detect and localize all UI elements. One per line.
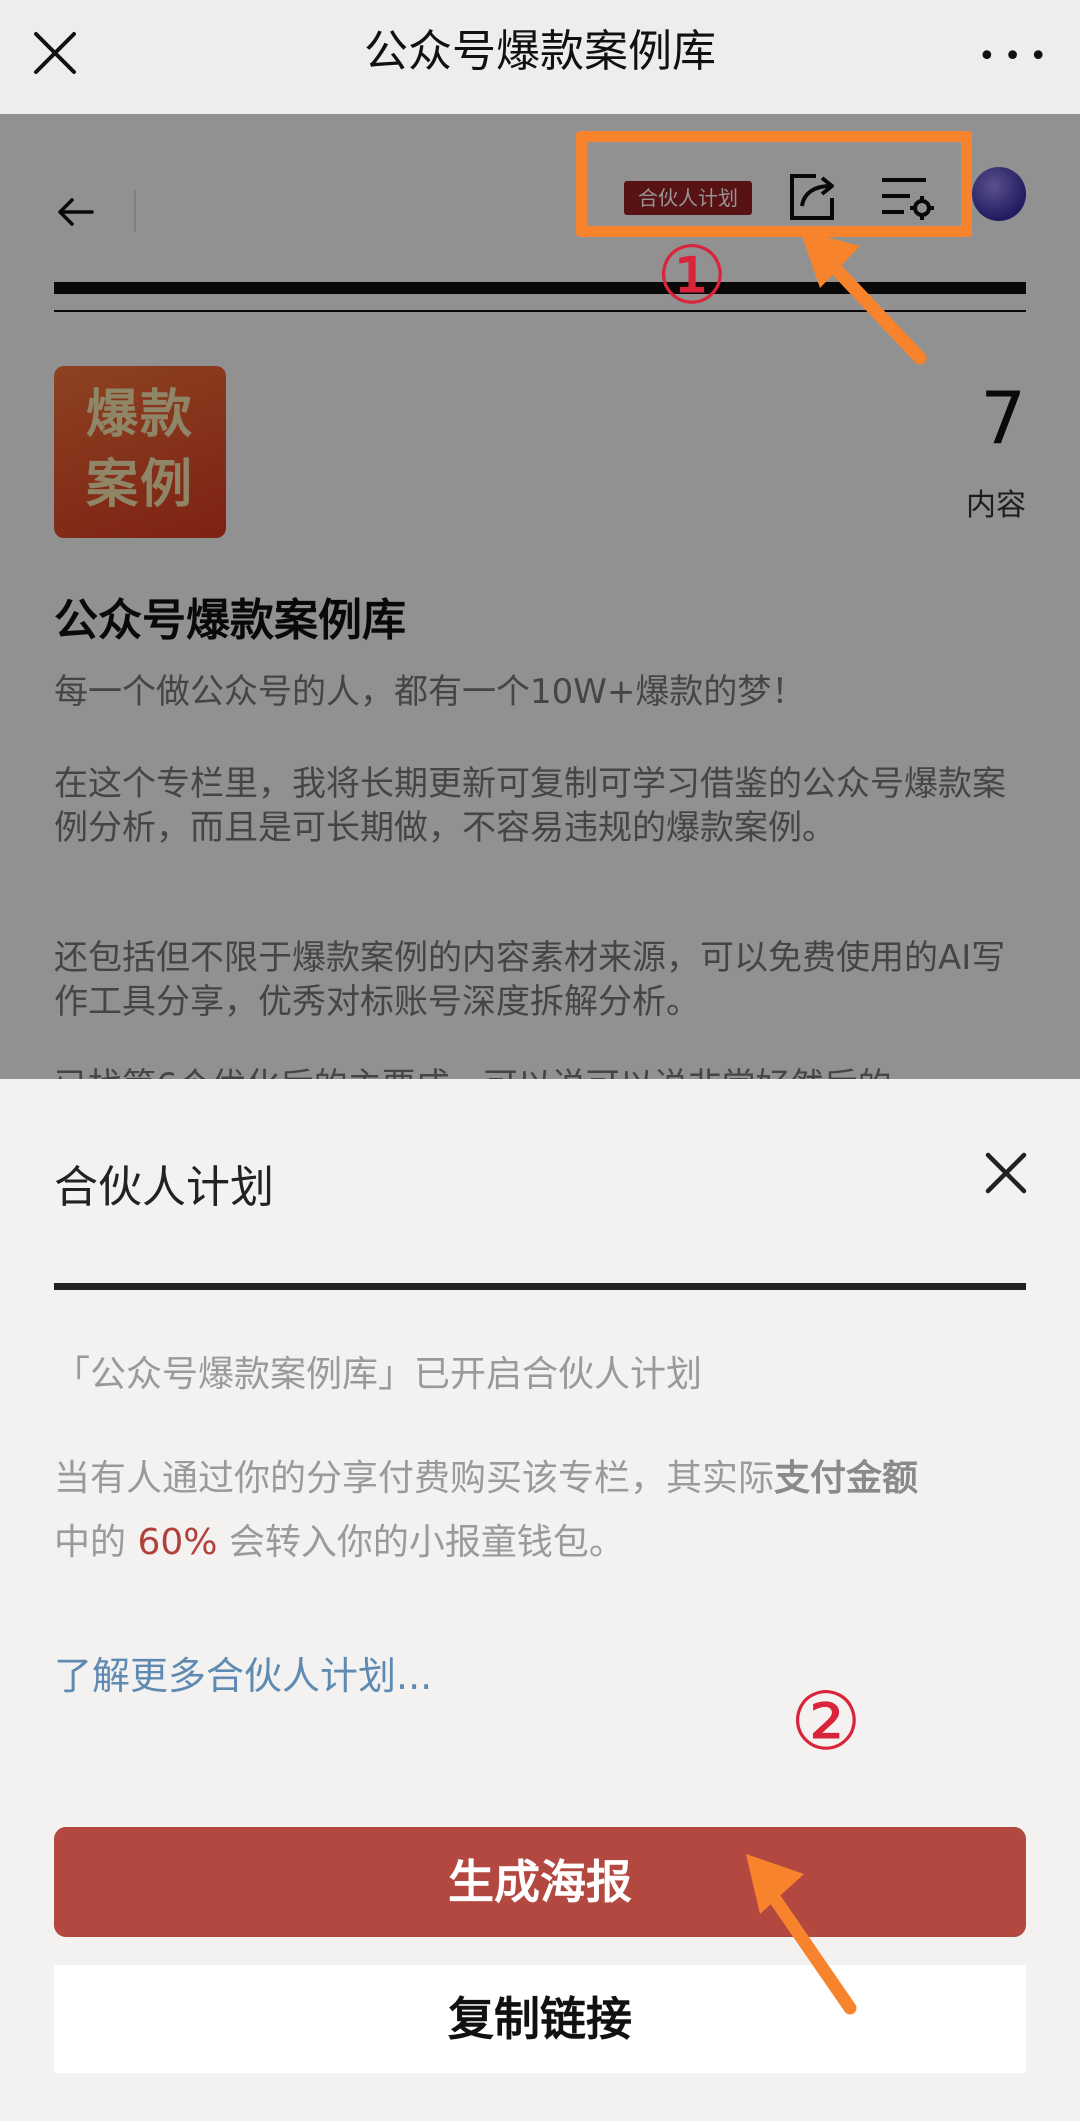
- commission-percent: 60%: [137, 1522, 218, 1563]
- explanation-prefix: 当有人通过你的分享付费购买该专栏，其实际: [54, 1458, 775, 1499]
- partner-plan-explanation: 当有人通过你的分享付费购买该专栏，其实际支付金额 中的 60% 会转入你的小报童…: [54, 1447, 1034, 1575]
- sheet-title: 合伙人计划: [54, 1162, 274, 1213]
- annotation-badge-1: ①: [656, 229, 728, 322]
- learn-more-link[interactable]: 了解更多合伙人计划...: [54, 1645, 432, 1700]
- annotation-arrow-2: [746, 1854, 857, 2015]
- copy-link-button[interactable]: 复制链接: [54, 1965, 1026, 2073]
- partner-plan-sheet: 合伙人计划 「公众号爆款案例库」已开启合伙人计划 当有人通过你的分享付费购买该专…: [0, 1079, 1080, 2121]
- explanation-bold: 支付金额: [774, 1458, 919, 1499]
- more-options-icon[interactable]: •••: [978, 42, 1055, 72]
- partner-plan-status: 「公众号爆款案例库」已开启合伙人计划: [54, 1354, 703, 1395]
- sheet-close-icon[interactable]: [984, 1151, 1028, 1195]
- annotation-arrow-1: [800, 230, 927, 365]
- explanation-suffix: 会转入你的小报童钱包。: [217, 1522, 625, 1563]
- window-title: 公众号爆款案例库: [364, 26, 716, 77]
- generate-poster-button[interactable]: 生成海报: [54, 1827, 1026, 1937]
- explanation-mid: 中的: [54, 1522, 138, 1563]
- top-nav-bar: 公众号爆款案例库 •••: [0, 0, 1080, 114]
- sheet-rule: [54, 1283, 1026, 1290]
- annotation-badge-2: ②: [790, 1675, 862, 1768]
